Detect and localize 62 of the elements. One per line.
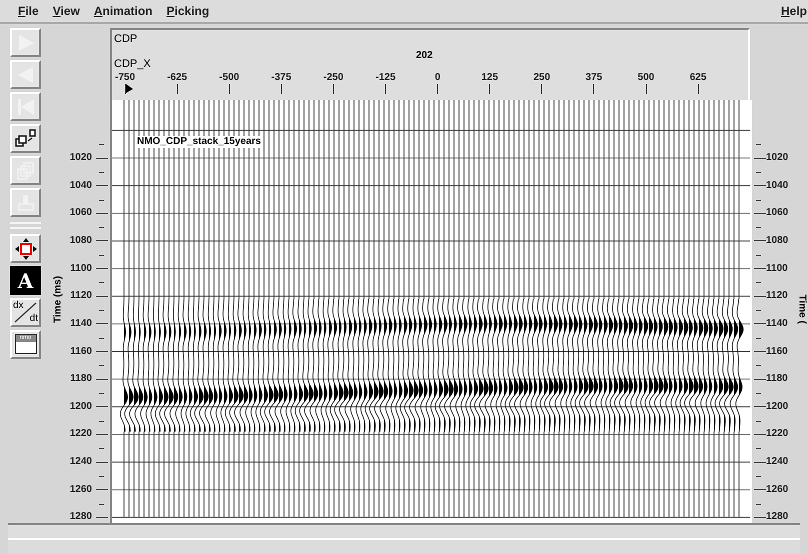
menu-item[interactable]: Picking: [166, 2, 210, 20]
y-tick-label: 1140: [70, 316, 92, 331]
y-tick-label: 1200: [766, 400, 788, 414]
x-tick-label: 0: [434, 72, 440, 84]
y-tick-label: 1060: [766, 206, 788, 220]
y-tick-label: 1140: [766, 316, 788, 331]
y-tick-label: 1240: [70, 455, 92, 470]
y-tick-label: 1120: [766, 289, 788, 304]
axis-label: Time (: [796, 294, 808, 326]
y-tick-label: 1160: [70, 344, 92, 359]
y-tick-label: 1180: [70, 372, 92, 386]
x-tick-label: -375: [271, 72, 292, 84]
y-tick-label: 1120: [70, 289, 92, 304]
menu-item[interactable]: Animation: [94, 2, 152, 20]
x-tick-label: 375: [586, 72, 602, 84]
x-tick-label: -125: [375, 72, 396, 84]
toolbar-separator: [10, 222, 41, 229]
x-tick-label: -625: [167, 72, 188, 84]
y-tick-label: 1100: [70, 262, 92, 276]
y-tick-label: 1240: [766, 455, 788, 470]
y-tick-label: 1020: [766, 151, 788, 166]
y-tick-label: 1180: [766, 372, 788, 386]
axis-label: Time (ms): [52, 274, 64, 326]
y-tick-label: 1040: [766, 178, 788, 193]
y-tick-label: 1220: [766, 427, 788, 442]
y-tick-label: 1280: [766, 510, 788, 524]
y-tick-label: 1160: [766, 344, 788, 359]
y-tick-label: 1060: [70, 206, 92, 220]
slash-icon: [14, 302, 37, 323]
stacked-windows-icon: [14, 128, 36, 148]
pan-arrows-icon: [14, 236, 38, 260]
plot-title: NMO_CDP_stack_15years: [136, 136, 262, 148]
y-tick-label: 1220: [70, 427, 92, 442]
pan-button[interactable]: [10, 234, 41, 263]
x-tick-label: 125: [481, 72, 498, 84]
y-tick-label: 1280: [70, 510, 92, 524]
y-tick-label: 1260: [70, 482, 92, 497]
x-tick-label: 625: [690, 72, 706, 84]
help-menu[interactable]: Help: [780, 2, 808, 20]
y-tick-label: 1080: [70, 234, 92, 248]
x-tick-label: 250: [533, 72, 550, 84]
x-tick-label: -500: [219, 72, 240, 84]
header-axis-label: CDP_X: [114, 57, 151, 72]
windows-button[interactable]: [10, 124, 41, 153]
x-tick-label: -750: [114, 72, 135, 84]
y-tick-label: 1040: [70, 178, 92, 193]
menu-item[interactable]: File: [18, 2, 39, 20]
y-tick-label: 1080: [766, 234, 788, 248]
y-tick-label: 1020: [70, 151, 92, 166]
annotate-button[interactable]: A: [10, 266, 41, 295]
x-tick-label: -250: [323, 72, 344, 84]
menu-item[interactable]: View: [52, 2, 80, 20]
dx-dt-button[interactable]: dx dt: [10, 298, 41, 327]
dt-label: dt: [30, 314, 38, 324]
dx-label: dx: [13, 301, 24, 311]
header-key-label: CDP: [114, 32, 138, 47]
x-tick-label: 500: [638, 72, 654, 84]
header-key-value: 202: [416, 49, 433, 63]
y-tick-label: 1100: [766, 262, 788, 276]
pointer-icon: [126, 84, 133, 93]
y-tick-label: 1260: [766, 482, 788, 497]
y-tick-label: 1200: [70, 400, 92, 414]
